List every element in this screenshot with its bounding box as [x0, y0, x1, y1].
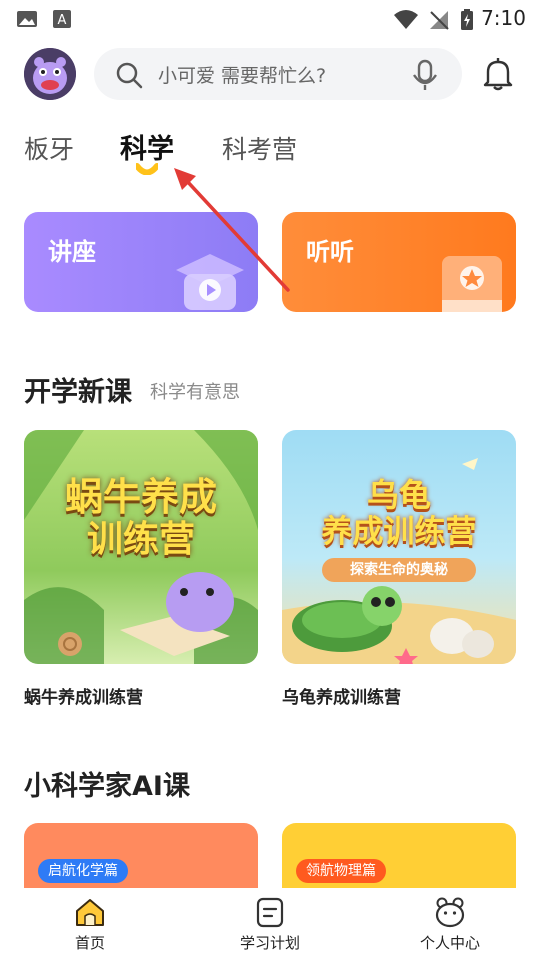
- nav-plan-label: 学习计划: [239, 934, 300, 952]
- play-cap-icon: [176, 254, 244, 310]
- tab-science[interactable]: 科学: [120, 127, 174, 166]
- lecture-card[interactable]: 讲座: [24, 212, 258, 312]
- nav-profile-label: 个人中心: [419, 934, 480, 952]
- section-new-courses-title: 开学新课: [24, 377, 132, 408]
- tab-camp[interactable]: 科考营: [222, 130, 297, 166]
- battery-icon: [461, 9, 473, 30]
- nav-home-label: 首页: [74, 934, 105, 952]
- hippo-avatar-icon: [24, 48, 76, 100]
- tab-active-indicator: [136, 163, 158, 175]
- ai-course-physics[interactable]: 领航物理篇: [282, 823, 516, 893]
- svg-text:A: A: [58, 13, 67, 28]
- wifi-icon: [394, 10, 418, 29]
- search-placeholder: 小可爱 需要帮忙么?: [158, 65, 327, 87]
- profile-icon: [435, 897, 465, 928]
- section-ai-title: 小科学家AI课: [24, 771, 190, 802]
- physics-tag: 领航物理篇: [296, 859, 386, 883]
- font-app-icon: A: [53, 10, 71, 28]
- chemistry-tag: 启航化学篇: [38, 859, 128, 883]
- nav-home[interactable]: 首页: [0, 888, 180, 960]
- turtle-course-art-banner: 探索生命的奥秘: [322, 558, 476, 582]
- bell-icon[interactable]: [480, 56, 516, 92]
- tab-banya[interactable]: 板牙: [24, 130, 74, 166]
- clock: 7:10: [481, 6, 526, 30]
- listen-card[interactable]: 听听: [282, 212, 516, 312]
- snail-course-name[interactable]: 蜗牛养成训练营: [24, 683, 143, 708]
- microphone-icon[interactable]: [410, 59, 440, 91]
- ai-course-chemistry[interactable]: 启航化学篇: [24, 823, 258, 893]
- turtle-course-tile[interactable]: 乌龟 养成训练营 探索生命的奥秘: [282, 430, 516, 664]
- snail-course-art-title-2: 训练营: [86, 519, 195, 560]
- section-new-courses-subtitle: 科学有意思: [150, 382, 240, 403]
- status-bar: A 7:10: [0, 0, 540, 36]
- turtle-course-name[interactable]: 乌龟养成训练营: [282, 683, 401, 708]
- bottom-nav: 首页 学习计划 个人中心: [0, 888, 540, 960]
- signal-off-icon: [430, 11, 449, 30]
- snail-course-tile[interactable]: 蜗牛养成 训练营: [24, 430, 258, 664]
- nav-profile[interactable]: 个人中心: [360, 888, 540, 960]
- lecture-card-label: 讲座: [48, 238, 96, 266]
- turtle-course-art-title-2: 养成训练营: [321, 514, 477, 550]
- home-icon: [76, 899, 104, 926]
- search-bar[interactable]: 小可爱 需要帮忙么?: [94, 48, 462, 100]
- search-icon: [116, 62, 143, 89]
- nav-plan[interactable]: 学习计划: [180, 888, 360, 960]
- listen-card-label: 听听: [306, 238, 354, 266]
- plan-icon: [256, 897, 284, 928]
- gallery-icon: [17, 11, 37, 27]
- avatar[interactable]: [24, 48, 76, 100]
- book-star-icon: [442, 256, 502, 312]
